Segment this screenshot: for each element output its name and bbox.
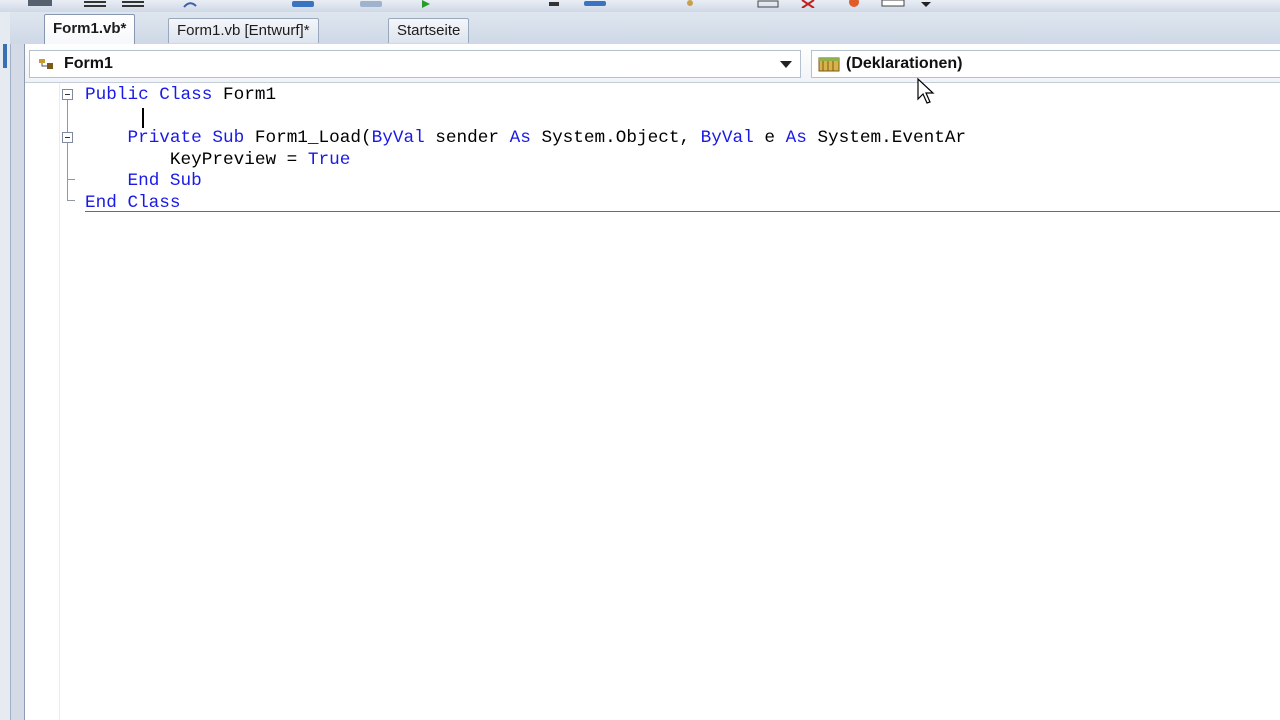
code-token: System.EventAr bbox=[806, 128, 967, 148]
stop-icon[interactable] bbox=[546, 0, 562, 8]
code-line: Private Sub Form1_Load(ByVal sender As S… bbox=[85, 128, 966, 150]
collapse-class-icon[interactable] bbox=[62, 89, 73, 100]
start-debug-icon[interactable] bbox=[416, 0, 436, 8]
code-line: KeyPreview = True bbox=[85, 150, 350, 172]
method-name-value: (Deklarationen) bbox=[846, 55, 963, 72]
delete-icon[interactable] bbox=[842, 0, 866, 8]
step-icon[interactable] bbox=[580, 0, 610, 8]
code-keyword: True bbox=[307, 149, 351, 170]
outline-line bbox=[67, 100, 68, 201]
toolbar-button-icon[interactable] bbox=[26, 0, 56, 8]
document-tab-bar: Form1.vb* Form1.vb [Entwurf]* Startseite bbox=[10, 12, 1280, 45]
class-name-dropdown[interactable]: Form1 bbox=[29, 50, 801, 78]
code-token: Form1_Load( bbox=[244, 128, 372, 148]
class-icon bbox=[39, 59, 53, 69]
procedure-separator bbox=[85, 211, 1280, 212]
code-keyword: End Sub bbox=[127, 171, 202, 192]
tab-form1-vb-entwurf[interactable]: Form1.vb [Entwurf]* bbox=[168, 18, 319, 43]
margin-line bbox=[59, 83, 60, 720]
code-keyword: Public Class bbox=[85, 84, 213, 105]
code-line: Public Class Form1 bbox=[85, 85, 276, 107]
cut-icon[interactable] bbox=[798, 0, 818, 8]
code-line: End Sub bbox=[85, 171, 202, 193]
undo-icon[interactable] bbox=[180, 0, 200, 8]
code-keyword: Private Sub bbox=[127, 128, 245, 148]
code-token: System.Object, bbox=[530, 128, 701, 148]
mouse-pointer-icon bbox=[917, 77, 935, 104]
code-keyword: As bbox=[509, 128, 531, 148]
code-keyword: ByVal bbox=[371, 128, 425, 148]
code-token: KeyPreview = bbox=[169, 149, 308, 170]
declarations-icon bbox=[818, 57, 840, 72]
comment-icon[interactable] bbox=[878, 0, 908, 8]
code-keyword: End Class bbox=[85, 192, 181, 213]
navigate-back-icon[interactable] bbox=[288, 0, 318, 8]
navigation-bar: Form1 (Deklarationen) bbox=[25, 44, 1280, 83]
text-caret bbox=[142, 108, 144, 128]
outline-sub-end bbox=[67, 179, 75, 180]
toolbar-overflow-icon[interactable] bbox=[918, 0, 934, 8]
class-name-value: Form1 bbox=[64, 55, 113, 72]
code-editor[interactable]: Form1 (Deklarationen) Public Class Form1… bbox=[24, 44, 1280, 720]
outlining-gutter bbox=[25, 83, 59, 720]
window-icon[interactable] bbox=[756, 0, 780, 8]
code-token: e bbox=[753, 128, 786, 148]
side-panel-strip bbox=[0, 12, 11, 720]
code-keyword: As bbox=[785, 128, 807, 148]
navigate-forward-icon[interactable] bbox=[356, 0, 386, 8]
code-area[interactable]: Public Class Form1 Private Sub Form1_Loa… bbox=[85, 83, 1280, 720]
tab-form1-vb[interactable]: Form1.vb* bbox=[44, 14, 136, 45]
align-left-icon[interactable] bbox=[80, 0, 110, 8]
method-name-dropdown[interactable]: (Deklarationen) bbox=[811, 50, 1280, 78]
side-panel-marker[interactable] bbox=[3, 44, 7, 68]
outline-class-end bbox=[67, 200, 75, 201]
code-token: sender bbox=[424, 128, 510, 148]
code-token: Form1 bbox=[212, 84, 277, 105]
collapse-sub-icon[interactable] bbox=[62, 132, 73, 143]
tab-startseite[interactable]: Startseite bbox=[388, 18, 470, 43]
align-right-icon[interactable] bbox=[118, 0, 148, 8]
find-icon[interactable] bbox=[680, 0, 700, 8]
code-keyword: ByVal bbox=[700, 128, 754, 148]
chevron-down-icon[interactable] bbox=[780, 61, 792, 68]
